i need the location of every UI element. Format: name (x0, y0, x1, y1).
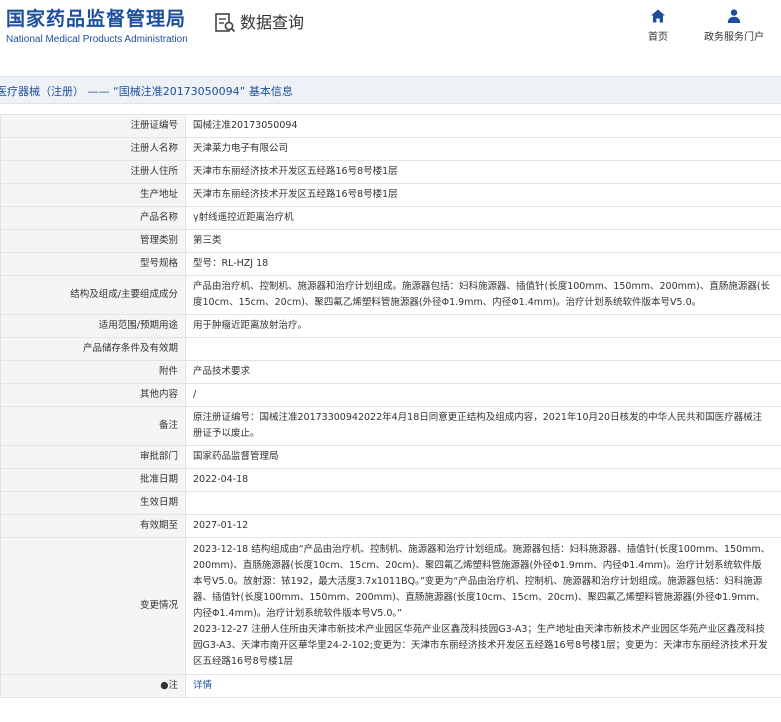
row-label: 备注 (0, 406, 186, 446)
row-label: 产品储存条件及有效期 (0, 337, 186, 361)
table-row: 批准日期 2022-04-18 (0, 468, 781, 492)
row-label: 管理类别 (0, 229, 186, 253)
home-icon (651, 9, 665, 23)
breadcrumb-bar: 医疗器械（注册） —— “国械注准20173050094” 基本信息 (0, 76, 781, 104)
table-row: 备注 原注册证编号：国械注准20173300942022年4月18日同意更正结构… (0, 406, 781, 446)
row-value: γ射线遥控近距离治疗机 (185, 206, 781, 230)
table-row: 产品名称 γ射线遥控近距离治疗机 (0, 206, 781, 230)
row-label: 其他内容 (0, 383, 186, 407)
table-row: 适用范围/预期用途 用于肿瘤近距离放射治疗。 (0, 314, 781, 338)
row-label: ●注 (0, 674, 186, 698)
table-row: 审批部门 国家药品监督管理局 (0, 445, 781, 469)
user-icon (727, 9, 741, 23)
row-label: 型号规格 (0, 252, 186, 276)
row-value: 原注册证编号：国械注准20173300942022年4月18日同意更正结构及组成… (185, 406, 781, 446)
table-row: 注册证编号 国械注准20173050094 (0, 114, 781, 138)
device-info-table: 注册证编号 国械注准20173050094 注册人名称 天津莱力电子有限公司 注… (0, 114, 781, 698)
row-value: 2027-01-12 (185, 514, 781, 538)
row-value: 产品技术要求 (185, 360, 781, 384)
row-value: 详情 (185, 674, 781, 698)
table-row: 管理类别 第三类 (0, 229, 781, 253)
site-header: 国家药品监督管理局 National Medical Products Admi… (0, 0, 781, 62)
row-value: 天津莱力电子有限公司 (185, 137, 781, 161)
row-label: 生产地址 (0, 183, 186, 207)
change-history-value: 2023-12-18 结构组成由“产品由治疗机、控制机、施源器和治疗计划组成。施… (185, 537, 781, 675)
row-label: 结构及组成/主要组成成分 (0, 275, 186, 315)
table-row: 生效日期 (0, 491, 781, 515)
row-value: 天津市东丽经济技术开发区五经路16号8号楼1层 (185, 160, 781, 184)
table-row: 变更情况 2023-12-18 结构组成由“产品由治疗机、控制机、施源器和治疗计… (0, 537, 781, 675)
table-row: 生产地址 天津市东丽经济技术开发区五经路16号8号楼1层 (0, 183, 781, 207)
row-label: 注册人住所 (0, 160, 186, 184)
row-value: 天津市东丽经济技术开发区五经路16号8号楼1层 (185, 183, 781, 207)
row-label: 生效日期 (0, 491, 186, 515)
table-row: 有效期至 2027-01-12 (0, 514, 781, 538)
nav-home-label: 首页 (648, 32, 668, 43)
row-label: 适用范围/预期用途 (0, 314, 186, 338)
table-row: 产品储存条件及有效期 (0, 337, 781, 361)
row-value: 第三类 (185, 229, 781, 253)
row-value: 国械注准20173050094 (185, 114, 781, 138)
search-document-icon (215, 13, 236, 33)
table-row: 注册人住所 天津市东丽经济技术开发区五经路16号8号楼1层 (0, 160, 781, 184)
row-label: 产品名称 (0, 206, 186, 230)
nav-service-portal[interactable]: 政务服务门户 (704, 8, 764, 43)
breadcrumb: 医疗器械（注册） —— “国械注准20173050094” 基本信息 (0, 85, 293, 98)
table-row: 附件 产品技术要求 (0, 360, 781, 384)
nav-home[interactable]: 首页 (648, 8, 668, 43)
row-label: 变更情况 (0, 537, 186, 675)
row-label: 审批部门 (0, 445, 186, 469)
details-link[interactable]: 详情 (193, 680, 212, 691)
nav-service-portal-label: 政务服务门户 (704, 32, 764, 43)
row-label: 有效期至 (0, 514, 186, 538)
logo-english-text: National Medical Products Administration (6, 34, 188, 45)
row-value: 产品由治疗机、控制机、施源器和治疗计划组成。施源器包括：妇科施源器、插值针(长度… (185, 275, 781, 315)
table-row: 型号规格 型号：RL-HZJ 18 (0, 252, 781, 276)
row-label: 注册人名称 (0, 137, 186, 161)
row-label: 注册证编号 (0, 114, 186, 138)
row-value: 型号：RL-HZJ 18 (185, 252, 781, 276)
row-value: / (185, 383, 781, 407)
row-value (185, 491, 781, 515)
table-row: 注册人名称 天津莱力电子有限公司 (0, 137, 781, 161)
table-row: ●注 详情 (0, 674, 781, 698)
data-query-label[interactable]: 数据查询 (214, 12, 304, 34)
row-value: 国家药品监督管理局 (185, 445, 781, 469)
table-row: 结构及组成/主要组成成分 产品由治疗机、控制机、施源器和治疗计划组成。施源器包括… (0, 275, 781, 315)
site-logo[interactable]: 国家药品监督管理局 National Medical Products Admi… (6, 7, 188, 47)
row-label: 附件 (0, 360, 186, 384)
row-value: 2022-04-18 (185, 468, 781, 492)
row-label: 批准日期 (0, 468, 186, 492)
row-value: 用于肿瘤近距离放射治疗。 (185, 314, 781, 338)
row-value (185, 337, 781, 361)
table-row: 其他内容 / (0, 383, 781, 407)
data-query-text: 数据查询 (240, 13, 305, 32)
logo-chinese-text: 国家药品监督管理局 (6, 8, 187, 30)
